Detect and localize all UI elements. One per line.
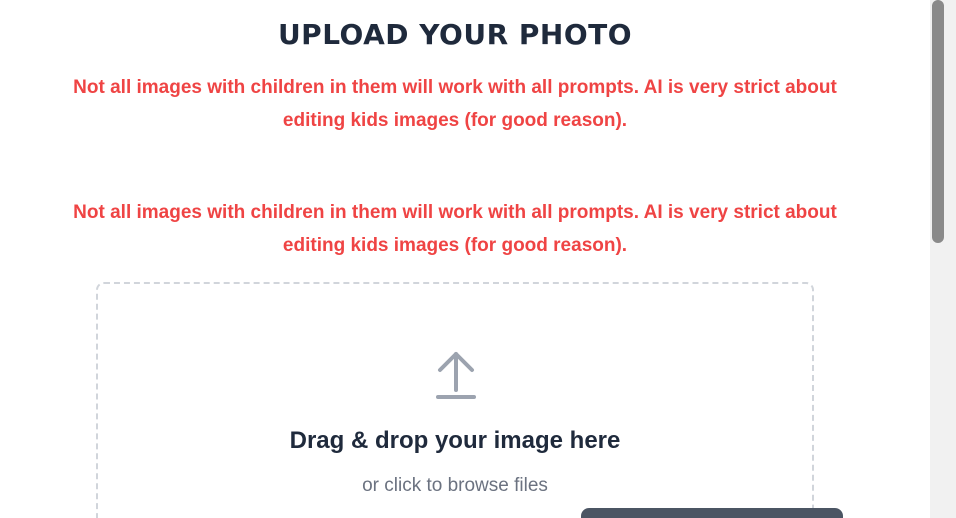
children-warning-text: Not all images with children in them wil… (73, 77, 837, 131)
upload-arrow-icon (436, 352, 476, 399)
image-dropzone[interactable]: Drag & drop your image here or click to … (96, 282, 814, 518)
browse-files-link[interactable]: or click to browse files (98, 475, 812, 497)
floating-action-button[interactable] (581, 508, 843, 518)
children-warning-text-repeat: Not all images with children in them wil… (73, 202, 837, 256)
page: Upload Your Photo Not all images with ch… (0, 0, 956, 518)
main-content: Upload Your Photo Not all images with ch… (0, 0, 910, 518)
scrollbar-thumb[interactable] (932, 0, 944, 243)
dropzone-title: Drag & drop your image here (289, 427, 621, 454)
page-title: Upload Your Photo (277, 18, 633, 51)
